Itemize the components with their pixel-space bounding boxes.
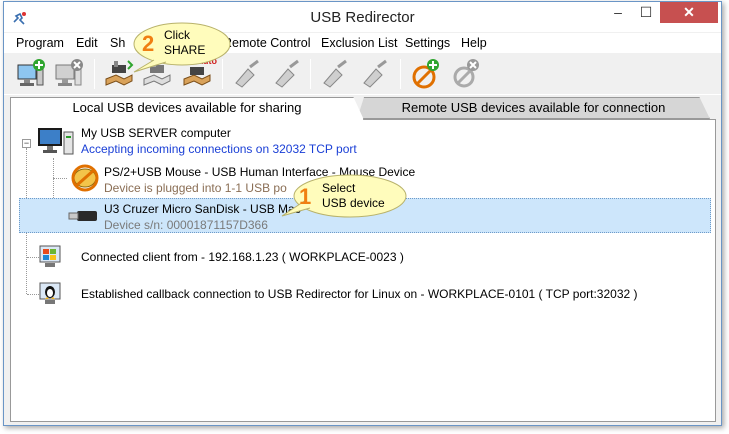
callout-step-number: 1 xyxy=(299,184,312,209)
mouse-device-status: Device is plugged into 1-1 USB po xyxy=(104,181,287,195)
device-tree-panel: − My USB SERVER computer Accepting incom… xyxy=(10,119,716,422)
toolbar-separator xyxy=(94,59,95,89)
title-bar[interactable]: USB Redirector – ☐ ✕ xyxy=(4,2,721,32)
remove-server-icon[interactable] xyxy=(52,57,86,91)
usb-server-computer-icon xyxy=(38,128,74,155)
add-server-icon[interactable] xyxy=(14,57,48,91)
callback-connection-text[interactable]: Established callback connection to USB R… xyxy=(81,287,638,301)
minimize-button[interactable]: – xyxy=(604,2,632,23)
callout-step-number: 2 xyxy=(142,31,155,56)
disconnect-auto-icon[interactable] xyxy=(358,57,392,91)
server-status: Accepting incoming connections on 32032 … xyxy=(81,142,357,156)
tree-connector xyxy=(53,178,67,179)
menu-remote-control[interactable]: Remote Control xyxy=(223,36,311,50)
disconnect-icon[interactable] xyxy=(270,57,304,91)
exclude-icon[interactable] xyxy=(408,57,442,91)
toolbar: auto xyxy=(4,53,721,95)
flash-device-title[interactable]: U3 Cruzer Micro SanDisk - USB Mas xyxy=(104,202,301,216)
toolbar-separator xyxy=(310,59,311,89)
server-title: My USB SERVER computer xyxy=(81,126,231,140)
close-button[interactable]: ✕ xyxy=(660,2,718,23)
connect-icon[interactable] xyxy=(230,57,264,91)
connected-client-text[interactable]: Connected client from - 192.168.1.23 ( W… xyxy=(81,250,404,264)
app-window: USB Redirector – ☐ ✕ Program Edit Sh Rem… xyxy=(3,1,722,426)
menu-exclusion-list[interactable]: Exclusion List xyxy=(321,36,397,50)
flash-device-serial: Device s/n: 00001871157D366 xyxy=(104,218,268,232)
menu-edit[interactable]: Edit xyxy=(76,36,98,50)
callout-line2: SHARE xyxy=(164,43,206,57)
tab-remote-devices[interactable]: Remote USB devices available for connect… xyxy=(357,97,710,119)
menu-help[interactable]: Help xyxy=(461,36,487,50)
callout-line2: USB device xyxy=(322,196,385,210)
tab-local-devices[interactable]: Local USB devices available for sharing xyxy=(10,97,364,120)
tree-expander[interactable]: − xyxy=(22,139,31,148)
menu-program[interactable]: Program xyxy=(16,36,64,50)
menu-bar: Program Edit Sh Remote Control Exclusion… xyxy=(4,33,721,53)
toolbar-separator xyxy=(400,59,401,89)
menu-settings[interactable]: Settings xyxy=(405,36,450,50)
connect-auto-icon[interactable] xyxy=(318,57,352,91)
callout-line1: Click xyxy=(164,28,190,42)
menu-share[interactable]: Sh xyxy=(110,36,125,50)
windows-client-icon xyxy=(39,245,61,267)
mouse-device-icon xyxy=(71,164,99,192)
settings-icon[interactable] xyxy=(448,57,482,91)
maximize-button[interactable]: ☐ xyxy=(632,2,660,23)
usb-flash-drive-icon xyxy=(68,211,97,221)
callout-line1: Select xyxy=(322,181,356,195)
linux-callback-icon xyxy=(39,282,61,304)
